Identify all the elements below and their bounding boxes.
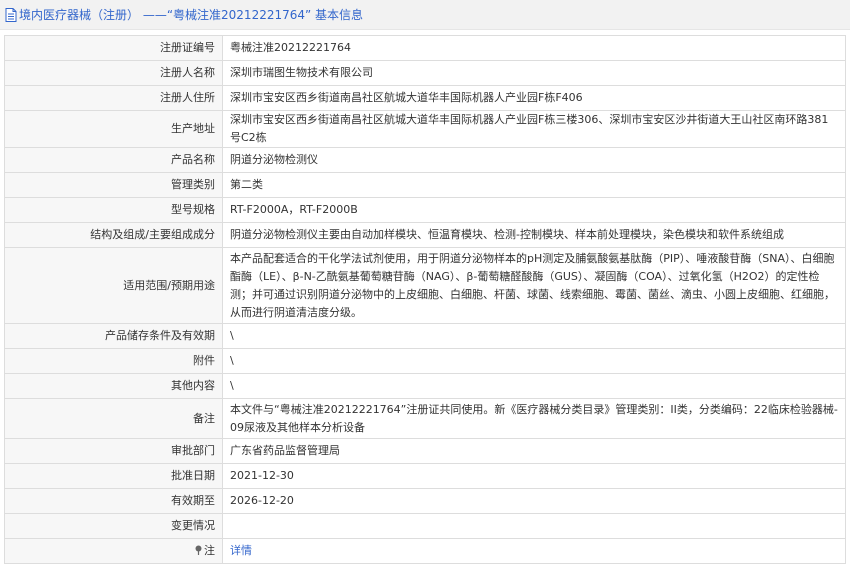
row-label: 产品名称 <box>4 147 223 173</box>
table-row: 备注 本文件与“粤械注准20212221764”注册证共同使用。新《医疗器械分类目… <box>4 398 846 439</box>
row-value: 广东省药品监督管理局 <box>222 438 846 464</box>
row-value: 深圳市瑞图生物技术有限公司 <box>222 60 846 86</box>
table-row: 管理类别 第二类 <box>4 172 846 198</box>
table-row: 生产地址 深圳市宝安区西乡街道南昌社区航城大道华丰国际机器人产业园F栋三楼306、… <box>4 110 846 148</box>
row-value <box>222 513 846 539</box>
note-label: 注 <box>204 544 215 557</box>
table-row: 结构及组成/主要组成成分 阴道分泌物检测仪主要由自动加样模块、恒温育模块、检测-控… <box>4 222 846 248</box>
row-value: 深圳市宝安区西乡街道南昌社区航城大道华丰国际机器人产业园F栋三楼306、深圳市宝… <box>222 110 846 148</box>
row-value: RT-F2000A，RT-F2000B <box>222 197 846 223</box>
row-label: 注册人名称 <box>4 60 223 86</box>
table-row: 产品名称 阴道分泌物检测仪 <box>4 147 846 173</box>
pin-icon <box>195 545 202 555</box>
row-value: 详情 <box>222 538 846 564</box>
row-value: 粤械注准20212221764 <box>222 35 846 61</box>
info-table: 注册证编号 粤械注准20212221764 注册人名称 深圳市瑞图生物技术有限公司 … <box>4 35 846 564</box>
table-row-note: 注 详情 <box>4 538 846 564</box>
row-value: 深圳市宝安区西乡街道南昌社区航城大道华丰国际机器人产业园F栋F406 <box>222 85 846 111</box>
details-link[interactable]: 详情 <box>230 544 252 557</box>
row-label: 结构及组成/主要组成成分 <box>4 222 223 248</box>
row-value: 阴道分泌物检测仪主要由自动加样模块、恒温育模块、检测-控制模块、样本前处理模块，… <box>222 222 846 248</box>
page-title: 境内医疗器械（注册） ——“粤械注准20212221764” 基本信息 <box>19 8 364 22</box>
row-label: 审批部门 <box>4 438 223 464</box>
row-label: 产品储存条件及有效期 <box>4 323 223 349</box>
table-row: 注册人住所 深圳市宝安区西乡街道南昌社区航城大道华丰国际机器人产业园F栋F406 <box>4 85 846 111</box>
row-value: 第二类 <box>222 172 846 198</box>
page-header: 境内医疗器械（注册） ——“粤械注准20212221764” 基本信息 <box>0 0 850 30</box>
row-value: \ <box>222 373 846 399</box>
table-row: 注册人名称 深圳市瑞图生物技术有限公司 <box>4 60 846 86</box>
row-label: 备注 <box>4 398 223 439</box>
row-label: 批准日期 <box>4 463 223 489</box>
row-label: 注册人住所 <box>4 85 223 111</box>
document-icon <box>5 7 17 22</box>
table-row: 其他内容 \ <box>4 373 846 399</box>
table-row: 有效期至 2026-12-20 <box>4 488 846 514</box>
row-label: 附件 <box>4 348 223 374</box>
table-row: 产品储存条件及有效期 \ <box>4 323 846 349</box>
row-value: \ <box>222 323 846 349</box>
table-row: 批准日期 2021-12-30 <box>4 463 846 489</box>
row-label: 生产地址 <box>4 110 223 148</box>
row-label: 适用范围/预期用途 <box>4 247 223 324</box>
table-row: 型号规格 RT-F2000A，RT-F2000B <box>4 197 846 223</box>
row-label: 型号规格 <box>4 197 223 223</box>
row-label: 有效期至 <box>4 488 223 514</box>
row-value: 本产品配套适合的干化学法试剂使用，用于阴道分泌物样本的pH测定及脯氨酸氨基肽酶（… <box>222 247 846 324</box>
row-label: 变更情况 <box>4 513 223 539</box>
row-value: 2026-12-20 <box>222 488 846 514</box>
table-row: 注册证编号 粤械注准20212221764 <box>4 35 846 61</box>
row-label: 注 <box>4 538 223 564</box>
row-label: 注册证编号 <box>4 35 223 61</box>
row-label: 其他内容 <box>4 373 223 399</box>
row-value: 2021-12-30 <box>222 463 846 489</box>
table-row: 适用范围/预期用途 本产品配套适合的干化学法试剂使用，用于阴道分泌物样本的pH测定… <box>4 247 846 324</box>
row-value: 本文件与“粤械注准20212221764”注册证共同使用。新《医疗器械分类目录》… <box>222 398 846 439</box>
table-row: 变更情况 <box>4 513 846 539</box>
table-row: 附件 \ <box>4 348 846 374</box>
row-value: 阴道分泌物检测仪 <box>222 147 846 173</box>
row-value: \ <box>222 348 846 374</box>
table-row: 审批部门 广东省药品监督管理局 <box>4 438 846 464</box>
row-label: 管理类别 <box>4 172 223 198</box>
